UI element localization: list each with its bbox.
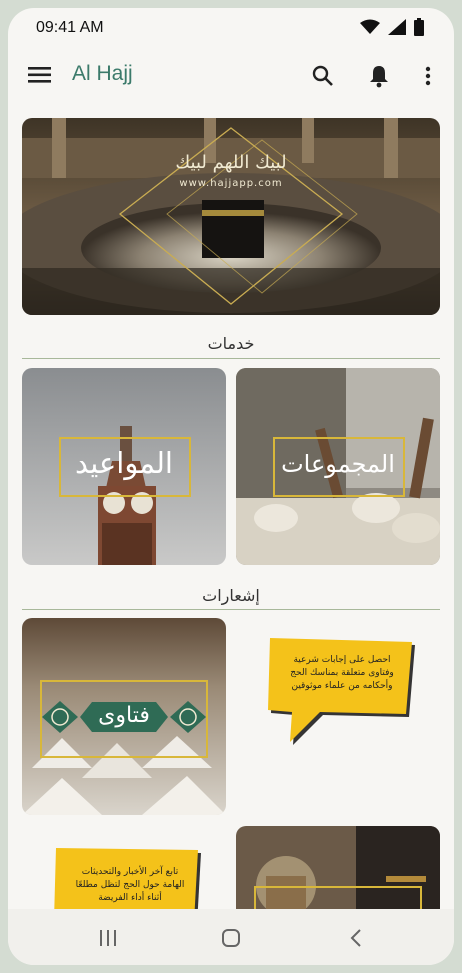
back-button[interactable] <box>344 927 368 949</box>
fatwas-card[interactable]: فتاوى <box>22 618 226 815</box>
signal-icon <box>388 19 406 35</box>
notifications-button[interactable] <box>366 63 392 89</box>
status-bar: 09:41 AM <box>8 8 454 48</box>
phone-screen: 09:41 AM Al Hajj لبيك اللهم لبيك www.haj… <box>8 8 454 965</box>
notifications-divider <box>22 609 440 610</box>
more-options-button[interactable] <box>415 63 441 89</box>
services-title: خدمات <box>207 334 255 353</box>
app-bar: Al Hajj <box>8 48 454 104</box>
search-icon <box>312 65 333 86</box>
services-divider <box>22 358 440 359</box>
fatwas-label: فتاوى <box>98 703 150 728</box>
wifi-icon <box>360 19 380 34</box>
system-nav-bar <box>8 909 454 965</box>
home-button[interactable] <box>219 927 243 949</box>
speech-bubble <box>268 638 415 745</box>
fatwas-info-card[interactable]: احصل على إجابات شرعية وفتاوى متعلقة بمنا… <box>236 618 440 815</box>
recents-icon <box>100 930 116 946</box>
menu-button[interactable] <box>28 65 52 85</box>
hamburger-icon <box>28 67 51 83</box>
notifications-title: إشعارات <box>202 586 260 605</box>
back-icon <box>350 929 361 947</box>
banner-arabic-text: لبيك اللهم لبيك <box>175 152 287 173</box>
search-button[interactable] <box>310 63 336 89</box>
appointments-card[interactable]: المواعيد <box>22 368 226 565</box>
groups-card[interactable]: المجموعات <box>236 368 440 565</box>
more-vert-icon <box>425 66 431 86</box>
app-title: Al Hajj <box>72 62 133 85</box>
hero-banner[interactable]: لبيك اللهم لبيك www.hajjapp.com <box>22 118 440 315</box>
status-time: 09:41 AM <box>36 19 104 36</box>
groups-label: المجموعات <box>281 450 395 478</box>
battery-icon <box>414 18 424 36</box>
status-icons <box>360 18 424 36</box>
kaaba-photo <box>22 118 440 315</box>
recent-apps-button[interactable] <box>96 927 120 949</box>
bell-icon <box>370 66 388 88</box>
banner-website: www.hajjapp.com <box>179 178 283 189</box>
appointments-label: المواعيد <box>75 446 173 480</box>
fatwas-description: احصل على إجابات شرعية وفتاوى متعلقة بمنا… <box>290 655 394 691</box>
home-icon <box>222 929 240 947</box>
news-description: تابع آخر الأخبار والتحديثات الهامة حول ا… <box>75 867 185 903</box>
